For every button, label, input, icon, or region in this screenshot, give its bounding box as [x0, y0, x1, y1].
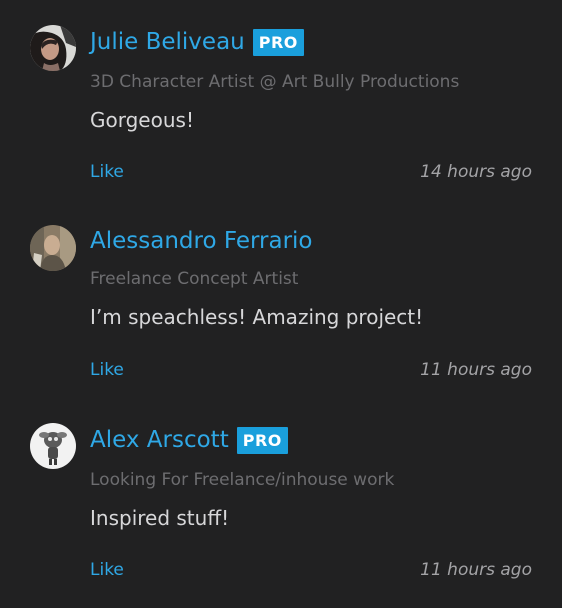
avatar-photo: [30, 423, 76, 469]
comment-text: I’m speachless! Amazing project!: [90, 305, 424, 329]
avatar[interactable]: [30, 423, 76, 469]
author-row: Alessandro Ferrario: [90, 226, 313, 256]
like-button[interactable]: Like: [90, 559, 124, 581]
pro-badge: PRO: [236, 426, 288, 454]
avatar[interactable]: [30, 225, 76, 271]
author-name[interactable]: Julie Beliveau: [90, 27, 245, 57]
comment-text: Gorgeous!: [90, 108, 194, 132]
comment-timestamp: 14 hours ago: [420, 162, 532, 182]
author-title: Looking For Freelance/inhouse work: [90, 470, 395, 490]
comment-timestamp: 11 hours ago: [420, 360, 532, 380]
author-row: Julie Beliveau PRO: [90, 27, 304, 57]
comment-item: Julie Beliveau PRO 3D Character Artist @…: [0, 0, 562, 190]
comment-timestamp: 11 hours ago: [420, 560, 532, 580]
author-title: 3D Character Artist @ Art Bully Producti…: [90, 72, 460, 92]
comment-list: Julie Beliveau PRO 3D Character Artist @…: [0, 0, 562, 608]
author-name[interactable]: Alex Arscott: [90, 425, 229, 455]
avatar-photo: [30, 25, 76, 71]
like-button[interactable]: Like: [90, 161, 124, 183]
author-title: Freelance Concept Artist: [90, 269, 299, 289]
author-name[interactable]: Alessandro Ferrario: [90, 226, 313, 256]
comment-item: Alex Arscott PRO Looking For Freelance/i…: [0, 396, 562, 586]
comment-item: Alessandro Ferrario Freelance Concept Ar…: [0, 198, 562, 388]
comment-text: Inspired stuff!: [90, 506, 230, 530]
avatar-photo: [30, 225, 76, 271]
author-row: Alex Arscott PRO: [90, 425, 288, 455]
like-button[interactable]: Like: [90, 359, 124, 381]
avatar[interactable]: [30, 25, 76, 71]
pro-badge: PRO: [252, 28, 304, 56]
